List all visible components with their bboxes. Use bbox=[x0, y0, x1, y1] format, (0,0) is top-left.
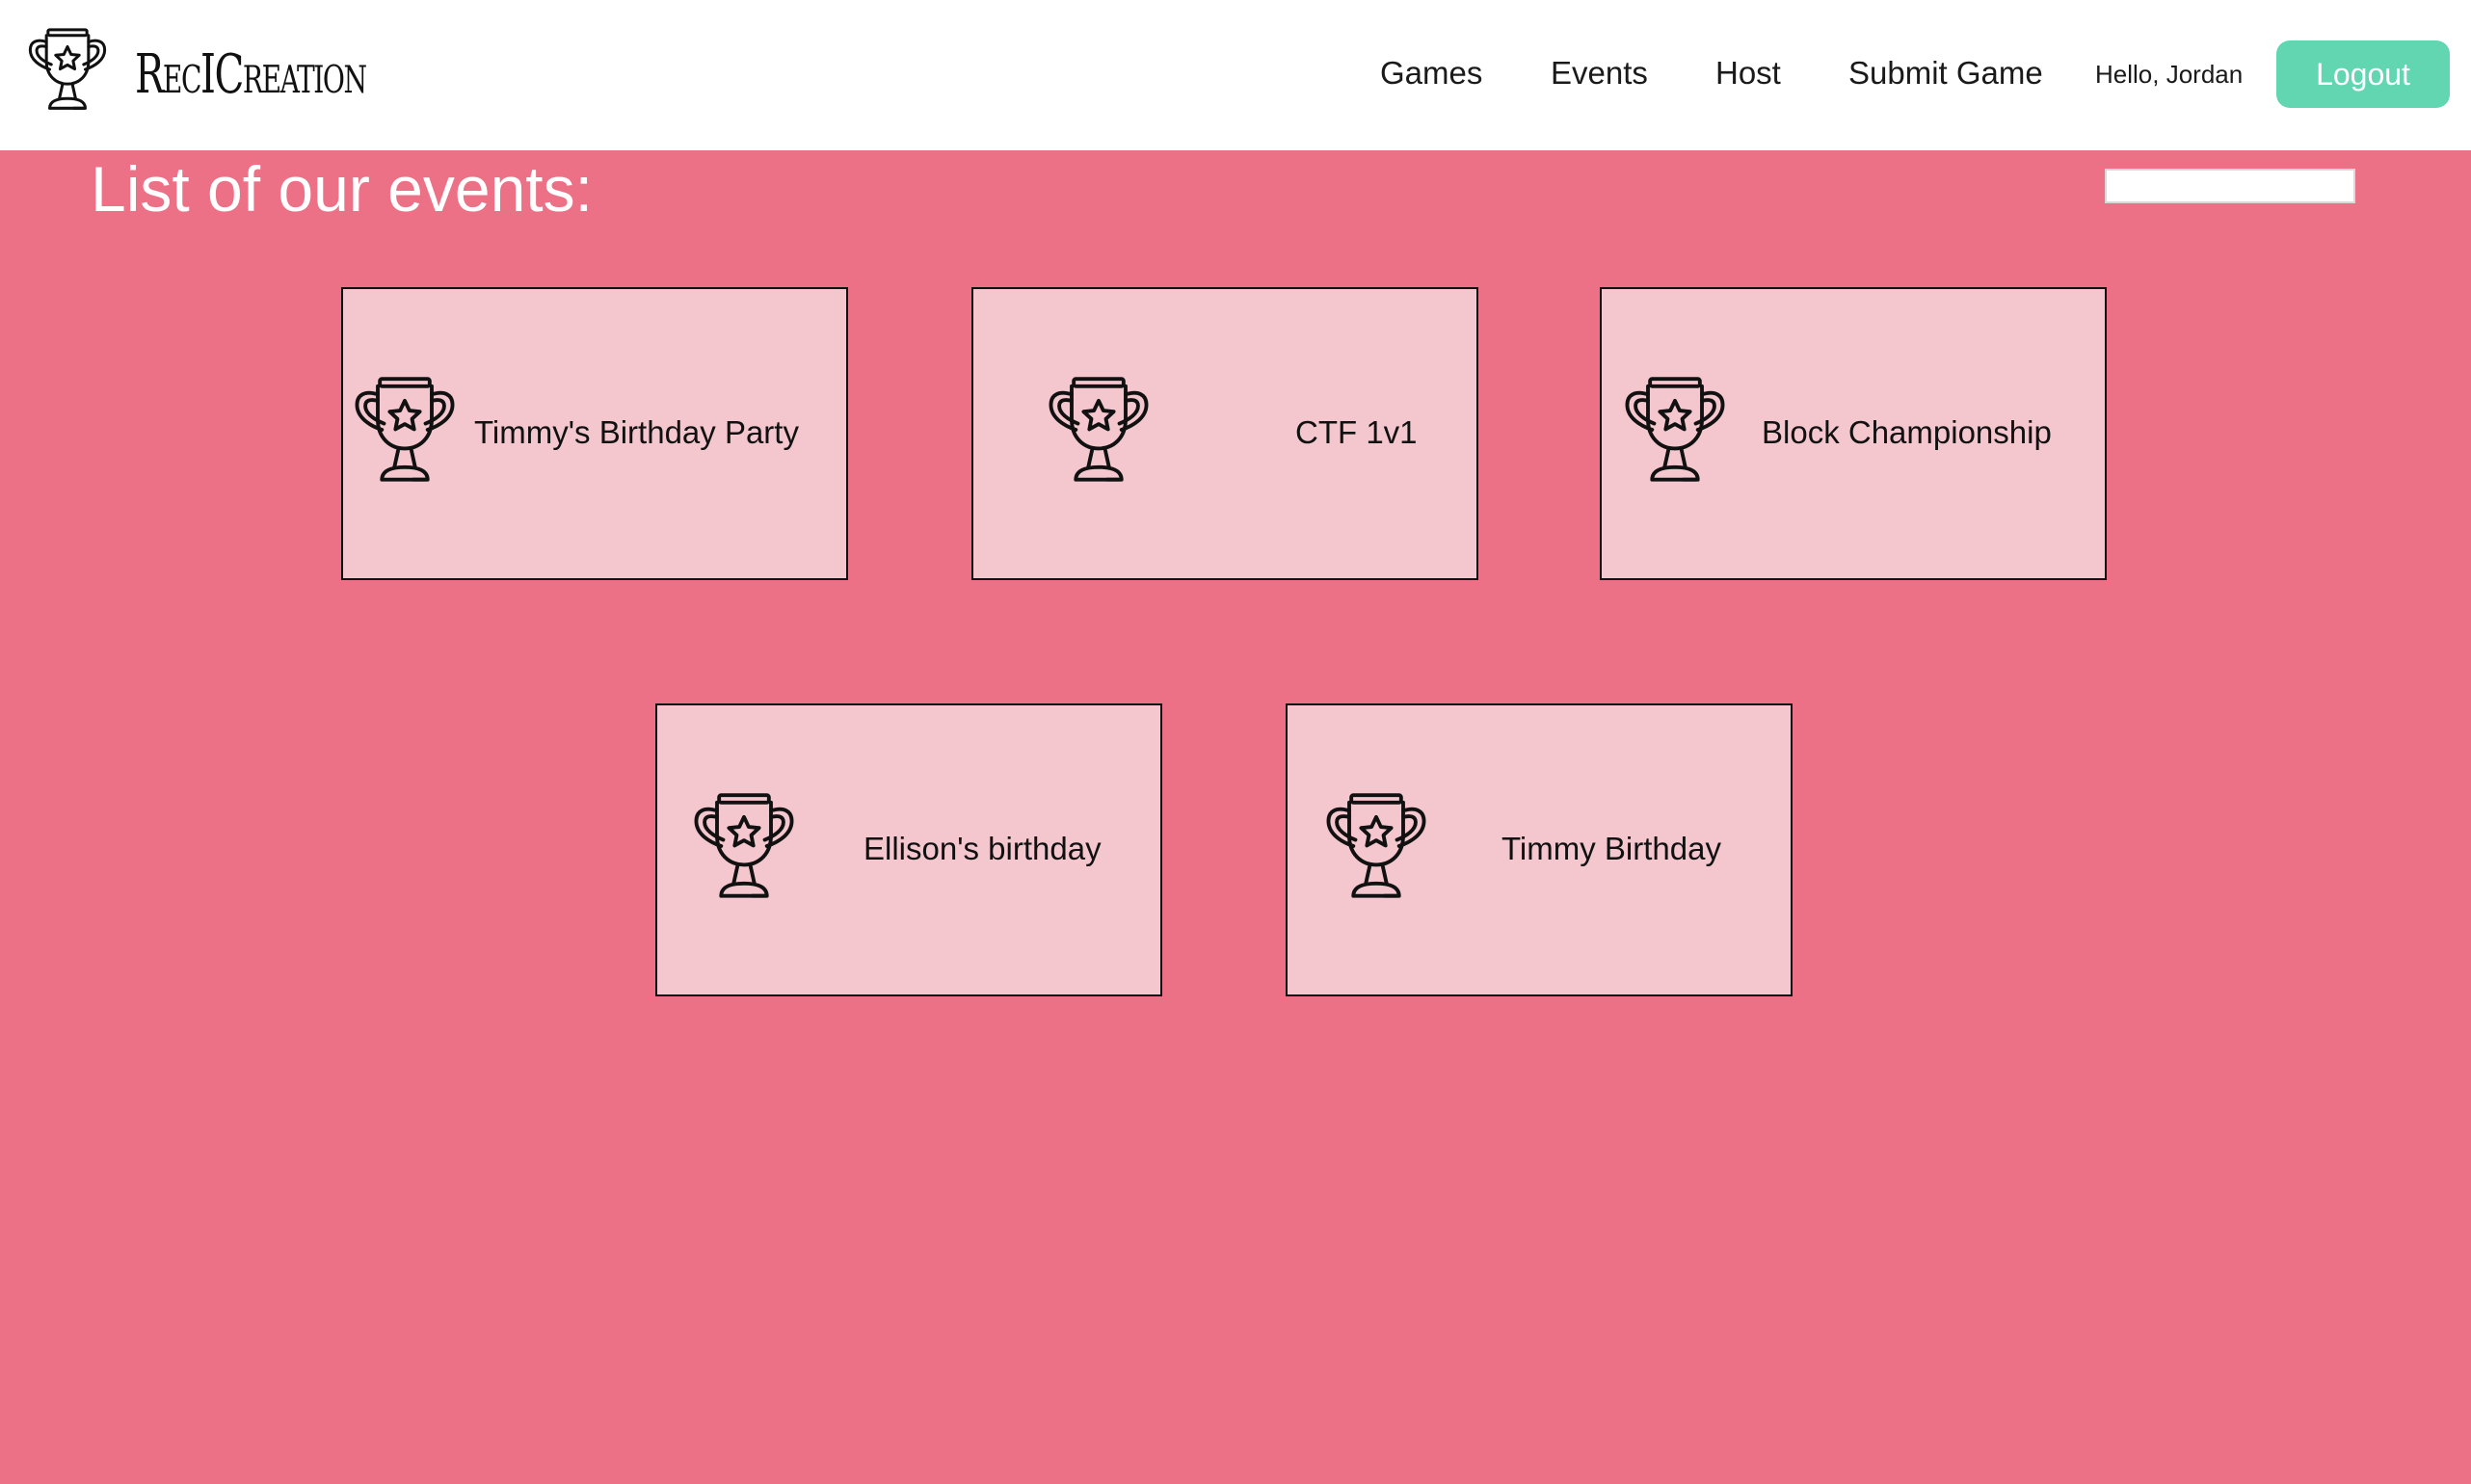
trophy-icon bbox=[1324, 792, 1428, 900]
brand-name[interactable]: RecICreation bbox=[135, 37, 367, 114]
event-card[interactable]: Block Championship bbox=[1600, 287, 2107, 580]
event-card[interactable]: Ellison's birthday bbox=[655, 703, 1162, 996]
event-name: Ellison's birthday bbox=[864, 831, 1102, 866]
trophy-icon bbox=[353, 376, 457, 484]
nav-link-host[interactable]: Host bbox=[1715, 48, 1781, 98]
nav-link-submit-game[interactable]: Submit Game bbox=[1848, 48, 2043, 98]
trophy-icon bbox=[1047, 376, 1151, 484]
nav-link-games[interactable]: Games bbox=[1380, 48, 1482, 98]
event-name: Timmy Birthday bbox=[1501, 831, 1721, 866]
search-input[interactable] bbox=[2105, 169, 2355, 203]
event-name: Block Championship bbox=[1762, 414, 2052, 450]
event-name: Timmy's Birthday Party bbox=[474, 414, 799, 450]
trophy-icon bbox=[692, 792, 796, 900]
trophy-icon[interactable] bbox=[27, 27, 108, 112]
logout-button[interactable]: Logout bbox=[2276, 40, 2450, 108]
page-title: List of our events: bbox=[91, 153, 593, 225]
event-name: CTF 1v1 bbox=[1295, 414, 1418, 450]
event-card[interactable]: CTF 1v1 bbox=[971, 287, 1478, 580]
header-bar: RecICreation Games Events Host Submit Ga… bbox=[0, 0, 2471, 150]
event-card[interactable]: Timmy's Birthday Party bbox=[341, 287, 848, 580]
trophy-icon bbox=[1623, 376, 1727, 484]
user-greeting: Hello, Jordan bbox=[2095, 60, 2244, 89]
nav-link-events[interactable]: Events bbox=[1551, 48, 1648, 98]
event-card[interactable]: Timmy Birthday bbox=[1286, 703, 1793, 996]
